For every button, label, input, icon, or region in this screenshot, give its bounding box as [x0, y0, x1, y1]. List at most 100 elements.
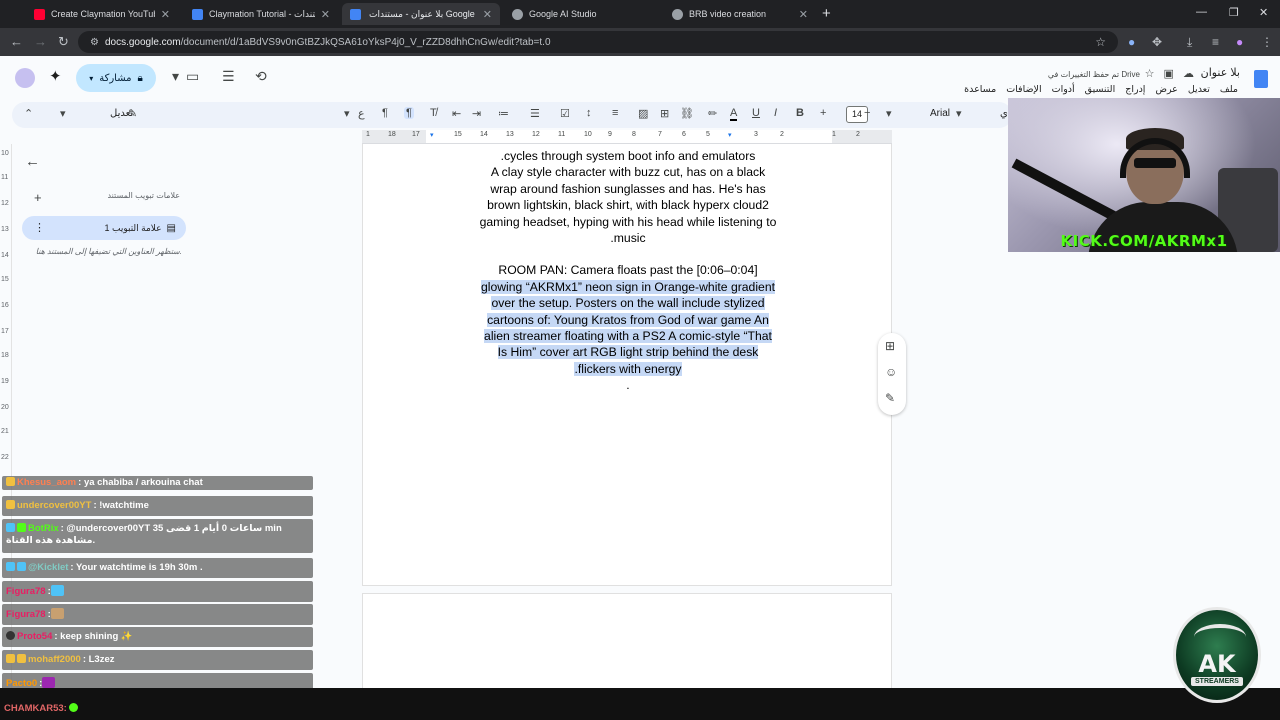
minimize-icon[interactable]: — [1196, 6, 1207, 18]
vruler-number: 20 [1, 404, 9, 411]
font-family-select[interactable]: Arial [930, 108, 950, 119]
close-icon[interactable]: ✕ [799, 8, 808, 21]
right-indent-marker-icon[interactable]: ▾ [728, 131, 732, 139]
version-history-icon[interactable]: ⟲ [255, 68, 267, 85]
extensions-puzzle-icon[interactable]: ✥ [1152, 35, 1162, 49]
horizontal-ruler[interactable]: 1 18 17 ▾ 15 14 13 12 11 10 9 8 7 6 5 ▾ … [362, 130, 892, 144]
docs-logo-icon[interactable] [1254, 70, 1268, 88]
star-icon[interactable]: ☆ [1145, 68, 1155, 80]
italic-icon[interactable]: I [774, 107, 777, 119]
browser-tab-3-active[interactable]: بلا عنوان - مستندات Google ✕ [342, 3, 500, 25]
reload-icon[interactable]: ↻ [58, 34, 69, 50]
window-close-icon[interactable]: ✕ [1259, 6, 1268, 19]
chat-badge-icon [6, 477, 15, 486]
insert-link-icon[interactable]: ⛓ [680, 107, 694, 120]
comments-icon[interactable]: ☰ [222, 68, 235, 85]
font-dropdown-icon[interactable]: ▾ [886, 107, 892, 120]
rtl-direction-icon[interactable]: ع [358, 107, 365, 120]
ruler-number: 2 [856, 131, 860, 138]
menu-tools[interactable]: أدوات [1052, 84, 1075, 95]
gemini-sparkle-icon[interactable]: ✦ [49, 67, 62, 85]
bold-icon[interactable]: B [796, 107, 804, 119]
browser-tab-4[interactable]: Google AI Studio [504, 3, 658, 25]
browser-tab-5[interactable]: BRB video creation ✕ [664, 3, 816, 25]
tab-title: Create Claymation YouTube & [51, 9, 155, 19]
selected-text: over the setup. Posters on the wall incl… [491, 296, 765, 311]
menu-insert[interactable]: إدراج [1125, 84, 1145, 95]
forward-icon[interactable]: → [34, 34, 47, 49]
document-page-1[interactable]: .cycles through system boot info and emu… [362, 144, 892, 586]
menu-file[interactable]: ملف [1220, 84, 1238, 95]
close-icon[interactable]: ✕ [321, 8, 330, 21]
collapse-menus-icon[interactable]: ⌃ [24, 107, 33, 120]
add-emoji-reaction-icon[interactable]: ☺ [885, 365, 897, 379]
document-body[interactable]: .cycles through system boot info and emu… [423, 148, 833, 394]
line-spacing-icon[interactable]: ↕ [586, 107, 592, 119]
profile-avatar[interactable]: ● [1236, 35, 1243, 49]
site-info-icon[interactable]: ⚙ [90, 37, 99, 48]
browser-tab-2[interactable]: Claymation Tutorial - مستندات ✕ [184, 3, 338, 25]
close-icon[interactable]: ✕ [483, 8, 492, 21]
menu-extensions[interactable]: الإضافات [1006, 84, 1041, 95]
add-comment-icon[interactable]: ⊞ [885, 339, 895, 353]
mode-dropdown-icon[interactable]: ▾ [60, 107, 66, 120]
new-tab-icon[interactable]: + [822, 5, 831, 22]
lock-icon: 🔒︎ [137, 72, 143, 84]
url-field[interactable]: ⚙ docs.google.com /document/d/1aBdVS9v0n… [78, 31, 1118, 53]
chat-text: : keep shining ✨ [54, 631, 133, 642]
restore-icon[interactable]: ❐ [1229, 6, 1239, 19]
back-icon[interactable]: ← [10, 34, 23, 49]
browser-menu-icon[interactable]: ⋮ [1261, 35, 1273, 49]
video-call-icon[interactable]: ▭ [186, 68, 199, 85]
ruler-number: 9 [608, 131, 612, 138]
logo-sub-label: STREAMERS [1191, 677, 1243, 686]
bulleted-list-icon[interactable]: ☰ [530, 107, 540, 120]
suggest-edits-icon[interactable]: ✎ [885, 391, 895, 405]
extension-icon[interactable]: ● [1128, 35, 1135, 49]
document-tab-1[interactable]: ⋮ علامة التبويب 1 ▤ [22, 216, 186, 240]
tab-options-icon[interactable]: ⋮ [34, 221, 45, 234]
add-tab-icon[interactable]: + [34, 190, 42, 205]
menu-edit[interactable]: تعديل [1188, 84, 1210, 95]
text-color-icon[interactable]: A [730, 107, 738, 121]
share-button[interactable]: ▾ مشاركة 🔒︎ [76, 64, 156, 92]
move-folder-icon[interactable]: ▣ [1164, 68, 1174, 80]
ruler-number: 8 [632, 131, 636, 138]
bookmark-star-icon[interactable]: ☆ [1095, 35, 1106, 49]
gemini-avatar-icon[interactable] [15, 68, 35, 88]
indent-marker-icon[interactable]: ▾ [430, 131, 434, 139]
ruler-number: 1 [366, 131, 370, 138]
text-direction-dropdown-icon[interactable]: ▾ [344, 107, 350, 120]
menu-view[interactable]: عرض [1155, 84, 1177, 95]
meet-dropdown-icon[interactable]: ▾ [172, 68, 179, 85]
highlight-icon[interactable]: ✏ [708, 107, 717, 120]
browser-tab-1[interactable]: Create Claymation YouTube & ✕ [26, 3, 178, 25]
align-icon[interactable]: ≡ [612, 107, 618, 119]
style-dropdown-icon[interactable]: ▾ [956, 107, 962, 120]
address-bar-row: ← → ↻ ⚙ docs.google.com /document/d/1aBd… [0, 28, 1280, 56]
close-outline-arrow-icon[interactable]: ← [25, 153, 40, 170]
media-controls-icon[interactable]: ≡ [1212, 35, 1219, 49]
ltr-paragraph-icon[interactable]: ¶ [382, 107, 388, 119]
menu-help[interactable]: مساعدة [964, 84, 996, 95]
menu-format[interactable]: التنسيق [1085, 84, 1116, 95]
checklist-icon[interactable]: ☑ [560, 107, 570, 120]
numbered-list-icon[interactable]: ≔ [498, 107, 509, 120]
document-title[interactable]: بلا عنوان [1201, 66, 1240, 79]
insert-comment-icon[interactable]: ⊞ [660, 107, 669, 120]
underline-icon[interactable]: U [752, 107, 760, 119]
increase-font-icon[interactable]: + [820, 107, 826, 119]
close-icon[interactable]: ✕ [161, 8, 170, 21]
decrease-indent-icon[interactable]: ⇤ [452, 107, 461, 120]
chat-badge-icon [6, 500, 15, 509]
increase-indent-icon[interactable]: ⇥ [472, 107, 481, 120]
clear-formatting-icon[interactable]: T̸ [430, 107, 437, 119]
doc-line-selected: cartoons of: Young Kratos from God of wa… [423, 312, 833, 328]
rtl-paragraph-icon[interactable]: ¶ [404, 107, 414, 119]
doc-line-selected: .flickers with energy [423, 361, 833, 377]
insert-image-icon[interactable]: ▨ [638, 107, 648, 120]
download-icon[interactable]: ⤓ [1187, 35, 1192, 50]
decrease-font-icon[interactable]: − [864, 107, 870, 119]
tab-doc-icon: ▤ [166, 222, 176, 234]
vruler-number: 18 [1, 352, 9, 359]
